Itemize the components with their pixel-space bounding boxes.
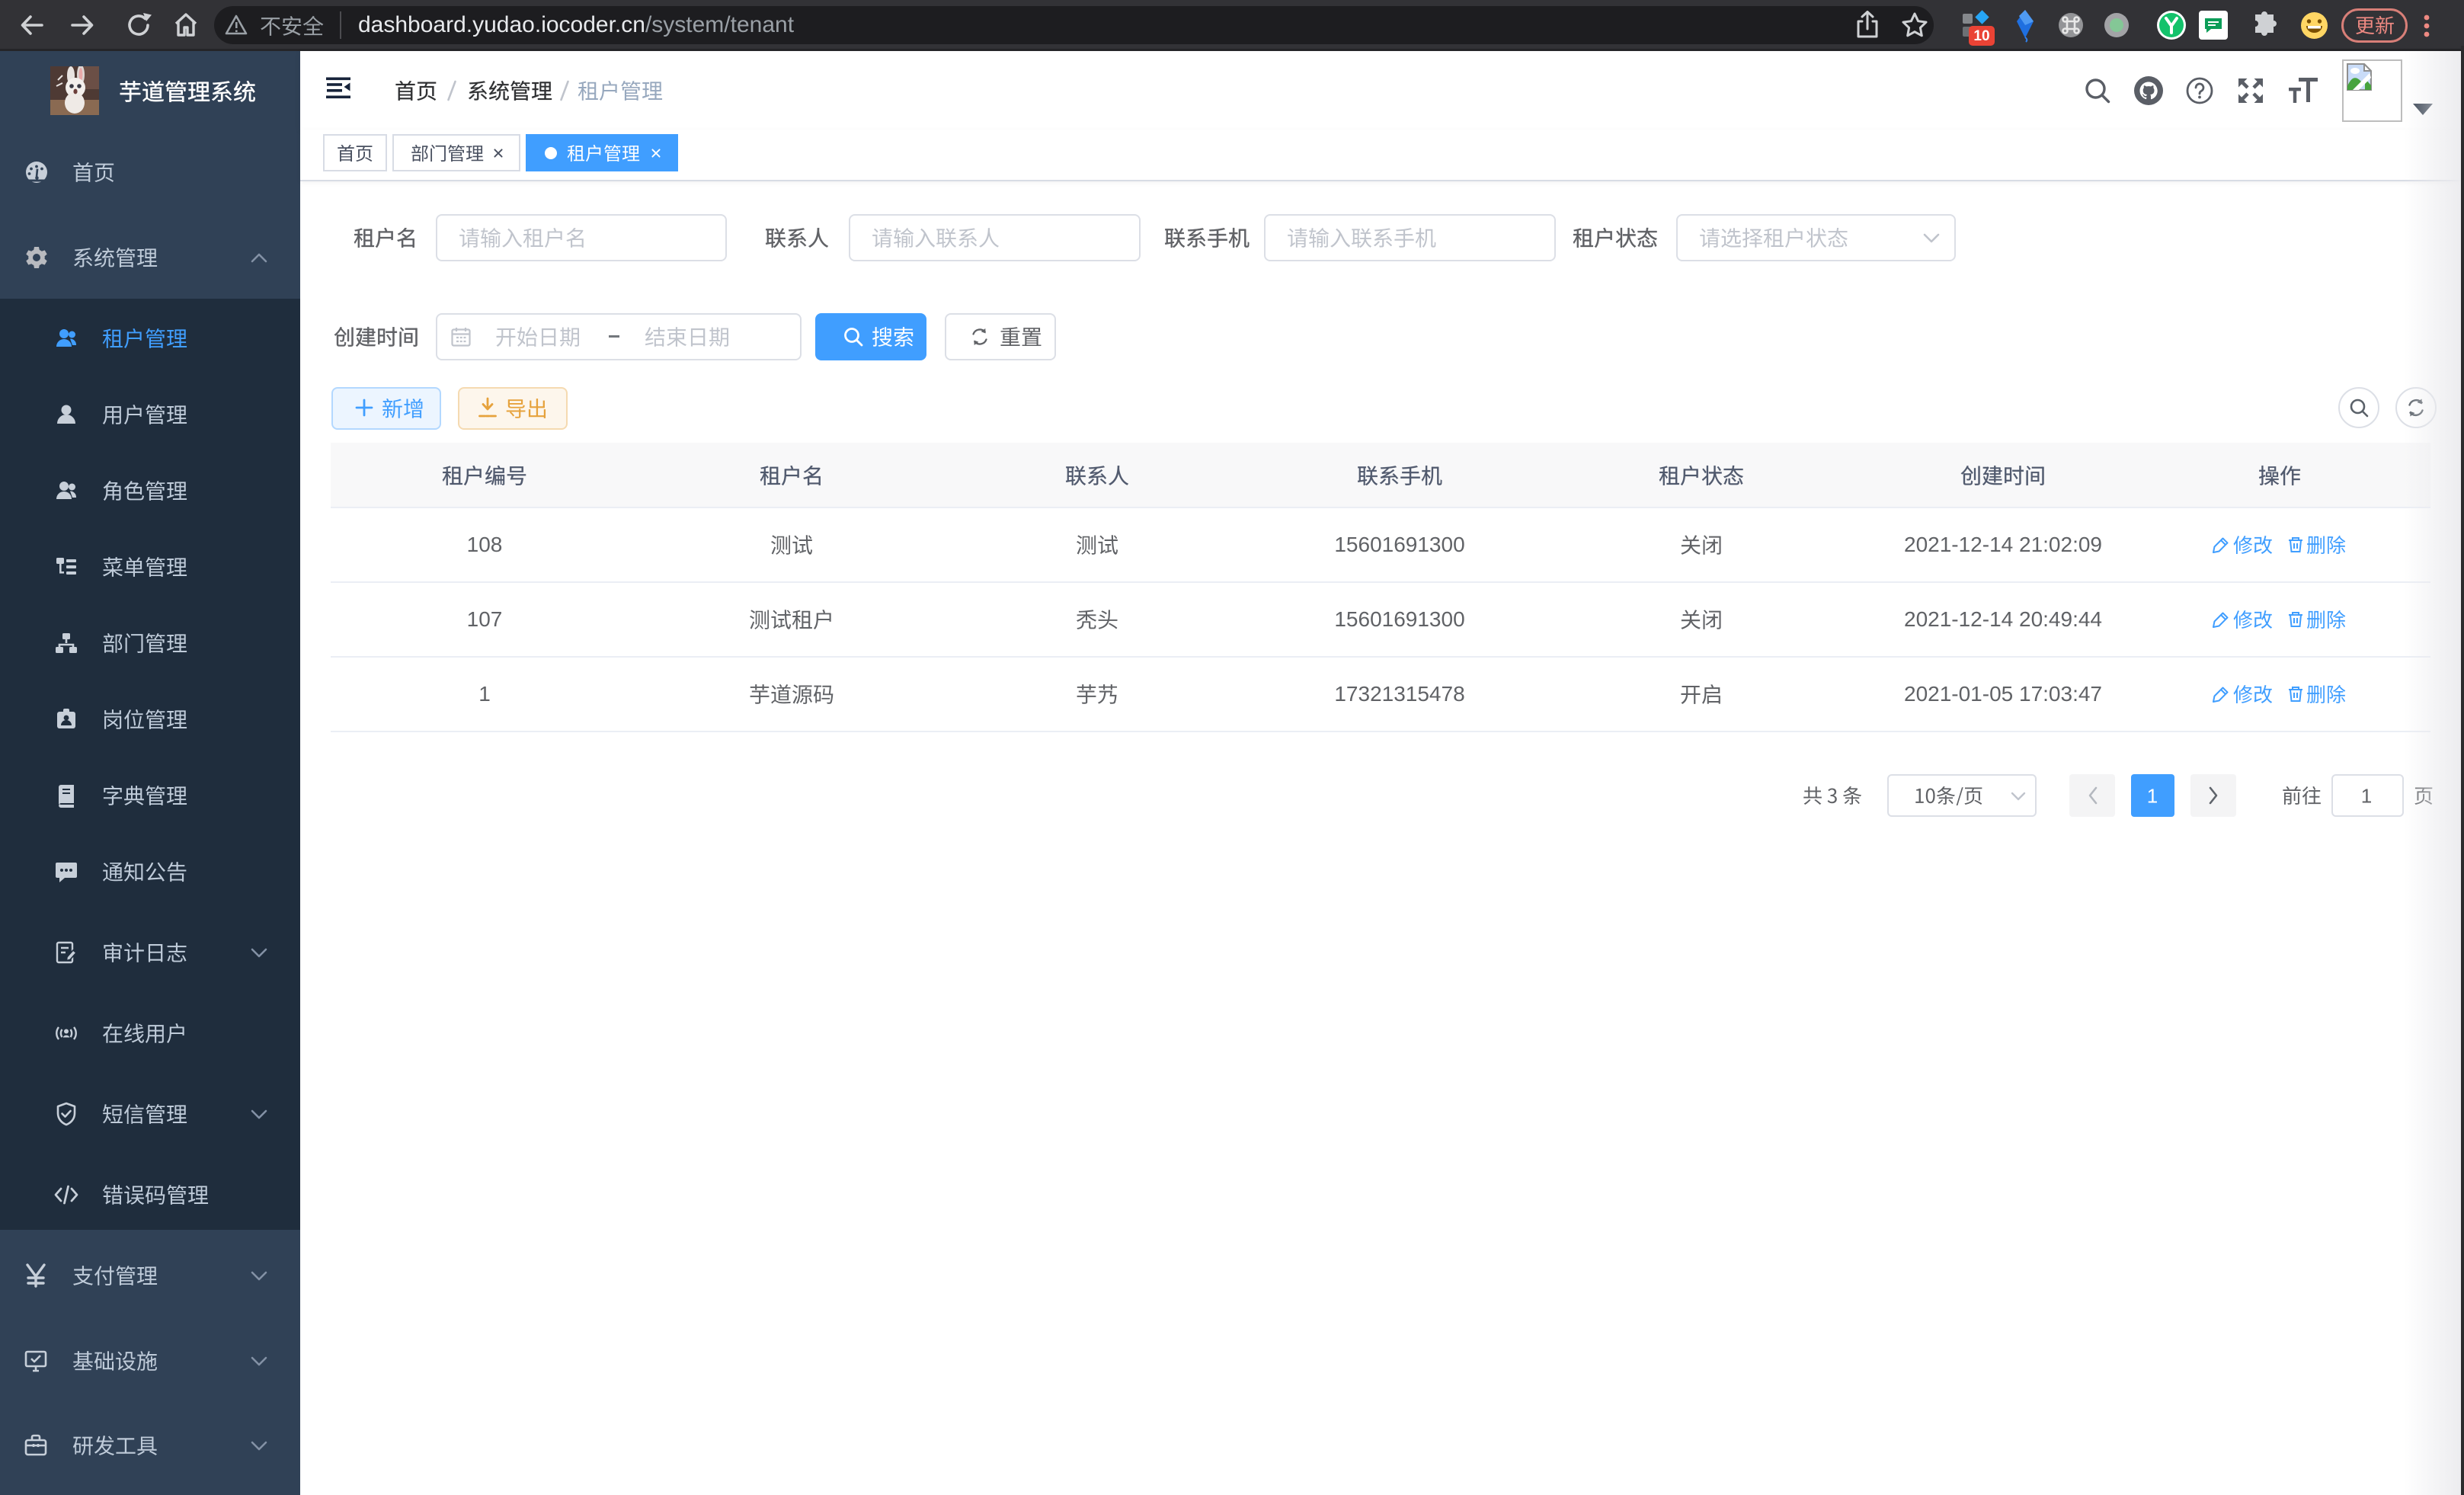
svg-text:10: 10 — [1973, 28, 1989, 44]
